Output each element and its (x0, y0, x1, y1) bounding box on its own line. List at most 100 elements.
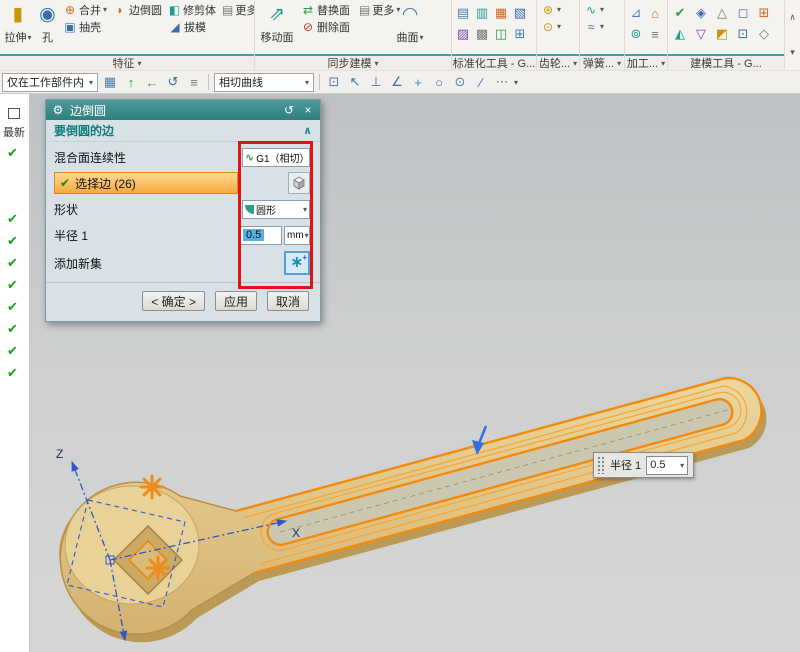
dropdown-arrow-icon[interactable]: ▾ (514, 78, 518, 87)
history-check-icon[interactable]: ✔ (7, 212, 18, 226)
modeling-tool-icon[interactable]: ◈ (691, 3, 711, 23)
section-edges-to-blend[interactable]: 要倒圆的边 ∧ (46, 120, 320, 142)
modeling-tool-icon[interactable]: ◩ (712, 24, 732, 44)
edge-blend-button[interactable]: ◗ 边倒圆 (111, 1, 164, 18)
collapse-arrow-icon[interactable]: ∧ (303, 124, 312, 137)
move-up-assembly-icon[interactable]: ↑ (122, 73, 140, 92)
history-check-icon[interactable]: ✔ (7, 300, 18, 314)
modeling-tool-icon[interactable]: ⊡ (733, 24, 753, 44)
group-label-spring[interactable]: 弹簧... ▾ (580, 54, 624, 70)
menu-icon[interactable]: ≡ (185, 73, 203, 92)
add-new-set-row: 添加新集 ∗ + (46, 248, 320, 278)
group-label-synchronous-modeling[interactable]: 同步建模 ▾ (255, 54, 451, 70)
std-tool-icon[interactable]: ▦ (492, 3, 510, 23)
trim-body-label: 修剪体 (183, 4, 216, 17)
sync-more-button[interactable]: ▤ 更多 ▾ (357, 1, 400, 18)
shell-button[interactable]: ▣ 抽壳 (61, 18, 109, 35)
modeling-tool-icon[interactable]: ◇ (754, 24, 774, 44)
selection-scope-combo[interactable]: 仅在工作部件内 ▾ (2, 72, 98, 92)
modeling-tool-icon[interactable]: ⊞ (754, 3, 774, 23)
move-face-button[interactable]: ⇗ 移动面 (257, 1, 297, 45)
machining-tool-icon[interactable]: ⌂ (646, 3, 664, 23)
curve-rule-combo[interactable]: 相切曲线 ▾ (214, 72, 314, 92)
std-tool-icon[interactable]: ▩ (473, 24, 491, 44)
machining-tool-icon[interactable]: ⊿ (627, 3, 645, 23)
snap-more-icon[interactable]: ⋯ (493, 73, 511, 92)
selection-filter-icon[interactable]: ▦ (101, 73, 119, 92)
modeling-tool-icon[interactable]: ◭ (670, 24, 690, 44)
history-check-icon[interactable]: ✔ (7, 366, 18, 380)
trim-body-button[interactable]: ◧ 修剪体 (166, 1, 218, 18)
feature-more-button[interactable]: ▤ 更多 ▾ (220, 1, 254, 18)
dialog-titlebar[interactable]: ⚙ 边倒圆 ↺ × (46, 100, 320, 120)
onscreen-radius-input[interactable]: 0.5 ▾ (646, 455, 689, 475)
group-label-standard-tools[interactable]: 标准化工具 - G... (452, 54, 536, 70)
history-check-icon[interactable]: ✔ (7, 344, 18, 358)
machining-tool-icon[interactable]: ≡ (646, 24, 664, 44)
check-tool-icon[interactable]: ✔ (670, 3, 690, 23)
snap-circle-center-icon[interactable]: ○ (430, 73, 448, 92)
unite-icon: ⊕ (64, 2, 76, 17)
continuity-dropdown[interactable]: ∿ G1（相切） ▾ (242, 147, 310, 167)
drag-grip-handle[interactable] (597, 456, 605, 474)
ribbon-collapse-chevron[interactable]: ∧ (789, 12, 796, 23)
delete-face-button[interactable]: ⊘ 删除面 (299, 18, 355, 35)
group-label-feature[interactable]: 特征 ▾ (0, 54, 254, 70)
unite-button[interactable]: ⊕ 合并 ▾ (61, 1, 109, 18)
group-label-machining[interactable]: 加工... ▾ (625, 54, 667, 70)
back-icon[interactable]: ← (143, 73, 161, 92)
dialog-reset-button[interactable]: ↺ (282, 103, 296, 117)
history-check-icon[interactable]: ✔ (7, 322, 18, 336)
modeling-tool-icon[interactable]: ◻ (733, 3, 753, 23)
snap-point-grid-icon[interactable]: ⊡ (325, 73, 343, 92)
shape-dropdown[interactable]: 圆形 ▾ (242, 199, 310, 219)
draft-button[interactable]: ◢ 拔模 (166, 18, 218, 35)
std-tool-icon[interactable]: ▤ (454, 3, 472, 23)
gear-tool-button[interactable]: ⊛ ▾ (539, 1, 563, 18)
modeling-tool-icon[interactable]: △ (712, 3, 732, 23)
std-tool-icon[interactable]: ◫ (492, 24, 510, 44)
snap-angle-icon[interactable]: ∠ (388, 73, 406, 92)
snap-intersection-icon[interactable]: + (409, 73, 427, 92)
radius-input[interactable]: 0.5 (240, 225, 282, 245)
dialog-close-button[interactable]: × (301, 103, 315, 117)
ribbon-options-arrow[interactable]: ▾ (790, 47, 795, 58)
snap-midpoint-icon[interactable]: ⊥ (367, 73, 385, 92)
radius-label: 半径 1 (54, 228, 89, 243)
hole-button[interactable]: ◉ 孔 (36, 1, 59, 45)
history-check-icon[interactable]: ✔ (7, 278, 18, 292)
select-edge-active-field[interactable]: ✔ 选择边 (26) (54, 172, 238, 194)
z-axis-label: Z (56, 447, 63, 461)
group-label-gear[interactable]: 齿轮... ▾ (537, 54, 579, 70)
std-tool-icon[interactable]: ▨ (454, 24, 472, 44)
history-check-icon[interactable]: ✔ (7, 234, 18, 248)
ok-button[interactable]: < 确定 > (142, 291, 205, 311)
group-label-modeling-tools[interactable]: 建模工具 - G... (668, 54, 784, 70)
surface-button[interactable]: ◠ 曲面 ▾ (393, 1, 427, 45)
edge-blend-icon: ◗ (116, 2, 124, 17)
cancel-button[interactable]: 取消 (266, 291, 309, 311)
snap-point-on-curve-icon[interactable]: ∕ (472, 73, 490, 92)
replace-face-button[interactable]: ⇄ 替换面 (299, 1, 355, 18)
std-tool-icon[interactable]: ▥ (473, 3, 491, 23)
machining-tool-icon[interactable]: ⊚ (627, 24, 645, 44)
snap-quadrant-icon[interactable]: ⊙ (451, 73, 469, 92)
undo-icon[interactable]: ↺ (164, 73, 182, 92)
extrude-button[interactable]: ▮ 拉伸 ▾ (2, 1, 34, 45)
add-new-set-button[interactable]: ∗ + (284, 251, 310, 275)
std-tool-icon[interactable]: ▧ (511, 3, 529, 23)
unit-dropdown[interactable]: mm ▾ (284, 225, 310, 245)
delete-face-label: 删除面 (317, 21, 350, 34)
window-icon[interactable] (8, 108, 20, 119)
apply-button[interactable]: 应用 (214, 291, 257, 311)
snap-endpoint-icon[interactable]: ↖ (346, 73, 364, 92)
gear-tool-button[interactable]: ⊙ ▾ (539, 18, 563, 35)
solid-body-filter-button[interactable] (288, 172, 310, 194)
modeling-tool-icon[interactable]: ▽ (691, 24, 711, 44)
spring-tool-button[interactable]: ≈ ▾ (582, 18, 606, 35)
spring-tool-button[interactable]: ∿ ▾ (582, 1, 606, 18)
std-tool-icon[interactable]: ⊞ (511, 24, 529, 44)
history-check-icon[interactable]: ✔ (7, 146, 18, 160)
dropdown-arrow-icon: ▾ (302, 204, 307, 214)
history-check-icon[interactable]: ✔ (7, 256, 18, 270)
